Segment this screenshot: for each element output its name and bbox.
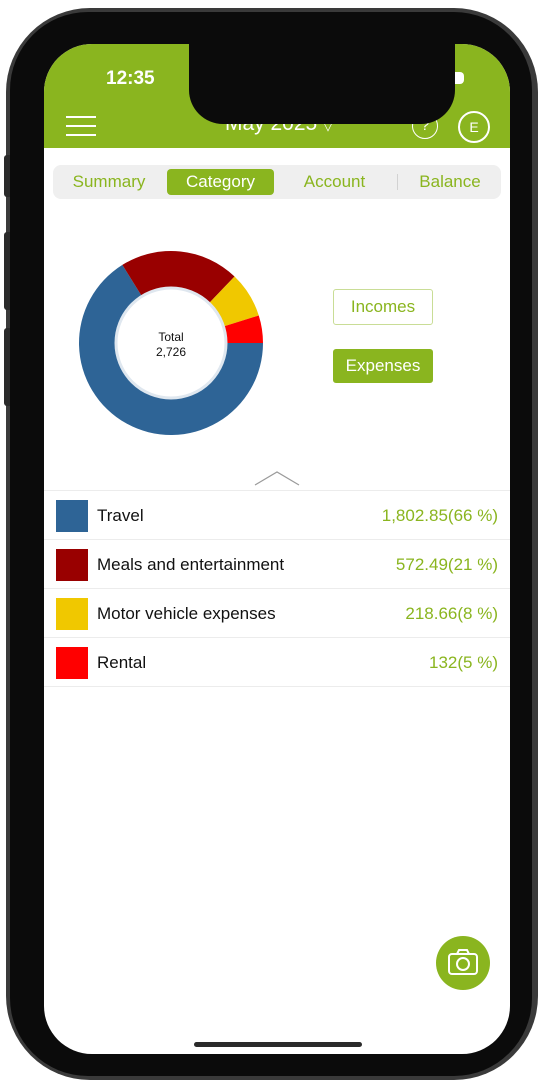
tab-summary[interactable]: Summary (59, 169, 159, 195)
chevron-up-icon[interactable] (254, 468, 300, 488)
camera-button[interactable] (436, 936, 490, 990)
color-swatch (56, 549, 88, 581)
hamburger-menu-icon[interactable] (66, 116, 96, 136)
color-swatch (56, 500, 88, 532)
notch (189, 44, 455, 124)
list-item[interactable]: Meals and entertainment 572.49(21 %) (44, 539, 510, 588)
list-item[interactable]: Motor vehicle expenses 218.66(8 %) (44, 588, 510, 637)
list-item[interactable]: Rental 132(5 %) (44, 637, 510, 687)
app-screen: 12:35 May 2025 ▽ ? E Summary Category Ac… (44, 44, 510, 1054)
category-amount: 218.66(8 %) (405, 604, 498, 623)
category-name: Motor vehicle expenses (97, 604, 276, 623)
tab-category[interactable]: Category (167, 169, 274, 195)
category-amount: 1,802.85(66 %) (381, 506, 498, 525)
view-tabs: Summary Category Account Balance (53, 165, 501, 199)
category-name: Rental (97, 653, 147, 672)
category-name: Travel (97, 506, 144, 525)
camera-icon (448, 949, 478, 975)
tab-balance[interactable]: Balance (403, 169, 497, 195)
avatar[interactable]: E (458, 111, 490, 143)
category-list: Travel 1,802.85(66 %) Meals and entertai… (44, 490, 510, 687)
color-swatch (56, 647, 88, 679)
expenses-button[interactable]: Expenses (333, 349, 433, 383)
color-swatch (56, 598, 88, 630)
tab-divider (397, 174, 398, 190)
tab-account[interactable]: Account (282, 169, 387, 195)
category-name: Meals and entertainment (97, 555, 285, 574)
category-amount: 132(5 %) (429, 653, 498, 672)
category-amount: 572.49(21 %) (395, 555, 498, 574)
donut-center-label: Total (158, 330, 183, 344)
category-donut-chart[interactable]: Total 2,726 (78, 250, 264, 436)
donut-center-value: 2,726 (156, 345, 186, 359)
list-item[interactable]: Travel 1,802.85(66 %) (44, 490, 510, 539)
home-indicator[interactable] (194, 1042, 362, 1047)
incomes-button[interactable]: Incomes (333, 289, 433, 325)
status-time: 12:35 (106, 68, 155, 89)
